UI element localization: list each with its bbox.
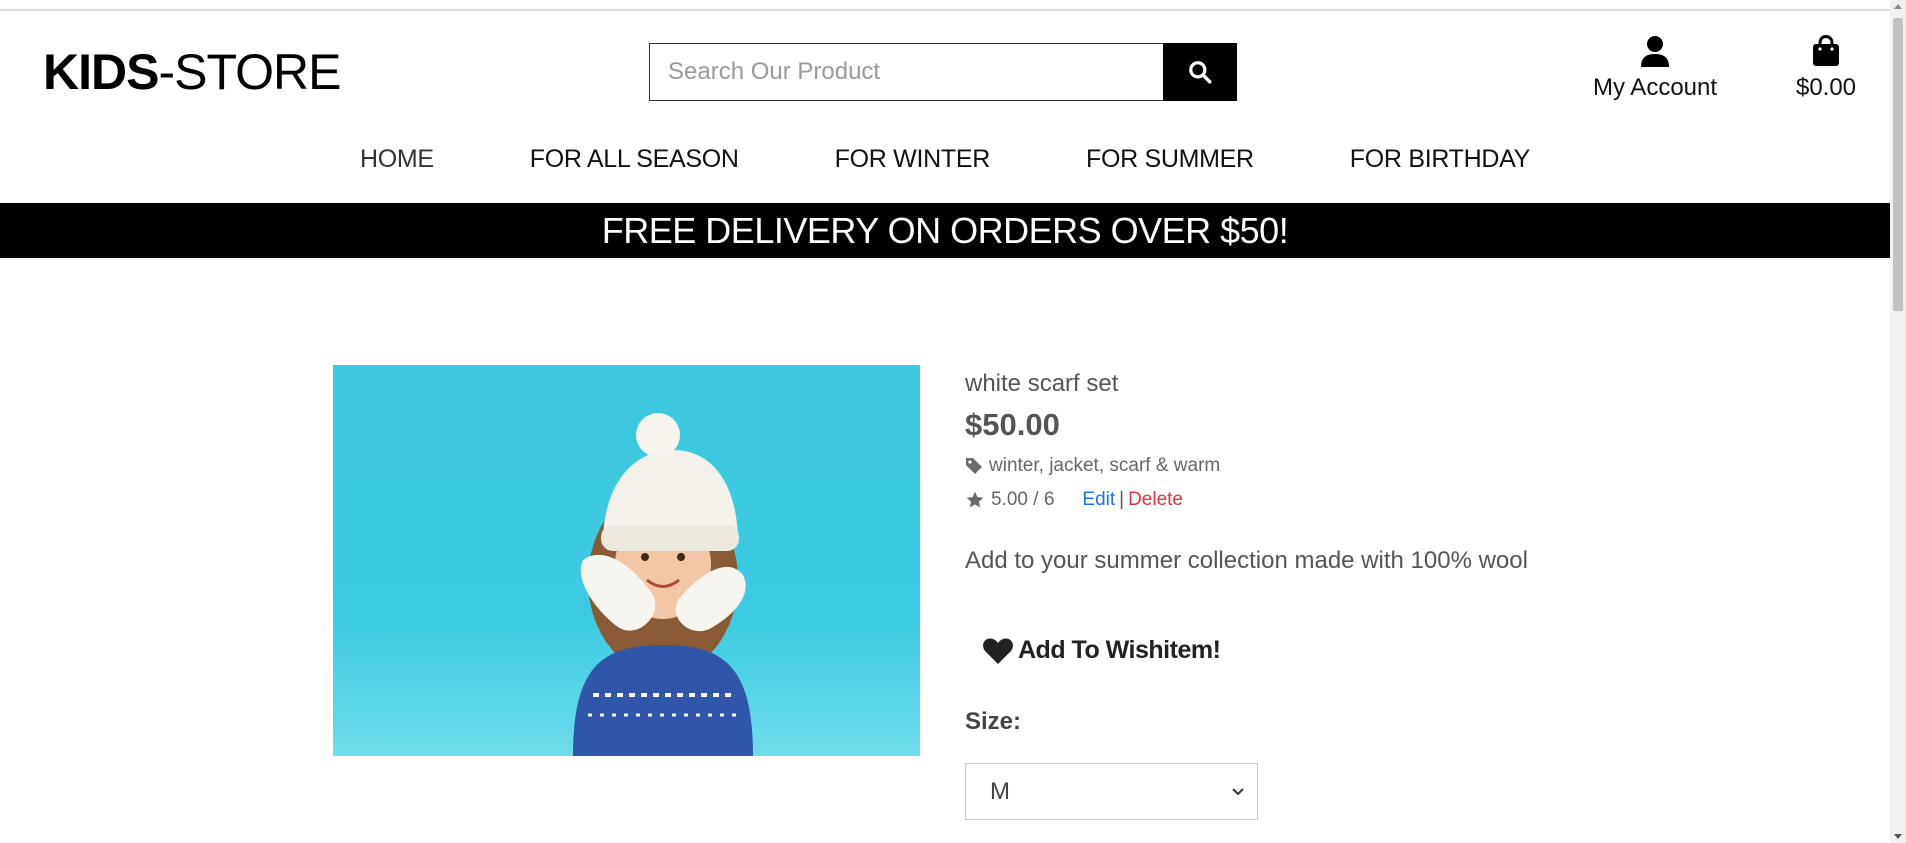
promo-banner: FREE DELIVERY ON ORDERS OVER $50! — [0, 203, 1890, 258]
vertical-scrollbar[interactable] — [1890, 0, 1906, 843]
nav-for-birthday[interactable]: FOR BIRTHDAY — [1350, 145, 1531, 174]
add-to-wishlist-label: Add To Wishitem! — [1018, 636, 1221, 664]
search-icon — [1189, 61, 1212, 84]
product-photo-illustration — [333, 365, 920, 756]
search-input[interactable] — [649, 43, 1163, 101]
main-nav: HOME FOR ALL SEASON FOR WINTER FOR SUMME… — [0, 145, 1890, 174]
store-logo[interactable]: KIDS-STORE — [43, 44, 341, 100]
star-icon — [966, 491, 984, 508]
tag-icon — [966, 458, 982, 474]
delete-product-link[interactable]: Delete — [1128, 489, 1183, 511]
product-name: white scarf set — [965, 370, 1119, 397]
size-select-value: M — [990, 777, 1010, 805]
product-tags-text: winter, jacket, scarf & warm — [989, 455, 1221, 476]
product-image — [333, 365, 920, 756]
chevron-down-icon — [1232, 787, 1244, 795]
product-rating-row: 5.00 / 6 Edit | Delete — [965, 489, 1183, 511]
search-bar — [649, 43, 1237, 101]
scroll-thumb[interactable] — [1893, 18, 1903, 311]
product-rating: 5.00 / 6 — [991, 489, 1055, 510]
scroll-down-arrow[interactable] — [1894, 834, 1902, 839]
nav-for-all-season[interactable]: FOR ALL SEASON — [530, 145, 739, 174]
nav-for-summer[interactable]: FOR SUMMER — [1086, 145, 1254, 174]
product-description: Add to your summer collection made with … — [965, 547, 1528, 574]
product-tags: winter, jacket, scarf & warm — [965, 455, 1220, 477]
my-account-link[interactable]: My Account — [1590, 35, 1720, 102]
scroll-up-arrow[interactable] — [1894, 4, 1902, 9]
user-icon — [1641, 36, 1669, 67]
logo-light-text: -STORE — [158, 44, 341, 100]
cart-total: $0.00 — [1795, 74, 1857, 101]
promo-banner-text: FREE DELIVERY ON ORDERS OVER $50! — [601, 209, 1289, 251]
size-label: Size: — [965, 708, 1022, 735]
logo-bold-text: KIDS — [43, 44, 159, 100]
link-separator: | — [1119, 489, 1125, 510]
page: KIDS-STORE My Account $0.00 HOME FOR ALL… — [0, 0, 1890, 843]
top-divider — [0, 9, 1890, 11]
nav-for-winter[interactable]: FOR WINTER — [835, 145, 991, 174]
my-account-label: My Account — [1592, 74, 1718, 101]
nav-home[interactable]: HOME — [360, 145, 434, 174]
search-button[interactable] — [1163, 43, 1237, 101]
edit-product-link[interactable]: Edit — [1082, 489, 1115, 511]
product-price: $50.00 — [965, 407, 1060, 442]
heart-icon — [983, 637, 1013, 664]
cart-link[interactable]: $0.00 — [1780, 34, 1872, 102]
add-to-wishlist-button[interactable]: Add To Wishitem! — [982, 636, 1221, 665]
shopping-bag-icon — [1813, 34, 1839, 66]
size-select[interactable]: M — [965, 763, 1258, 820]
